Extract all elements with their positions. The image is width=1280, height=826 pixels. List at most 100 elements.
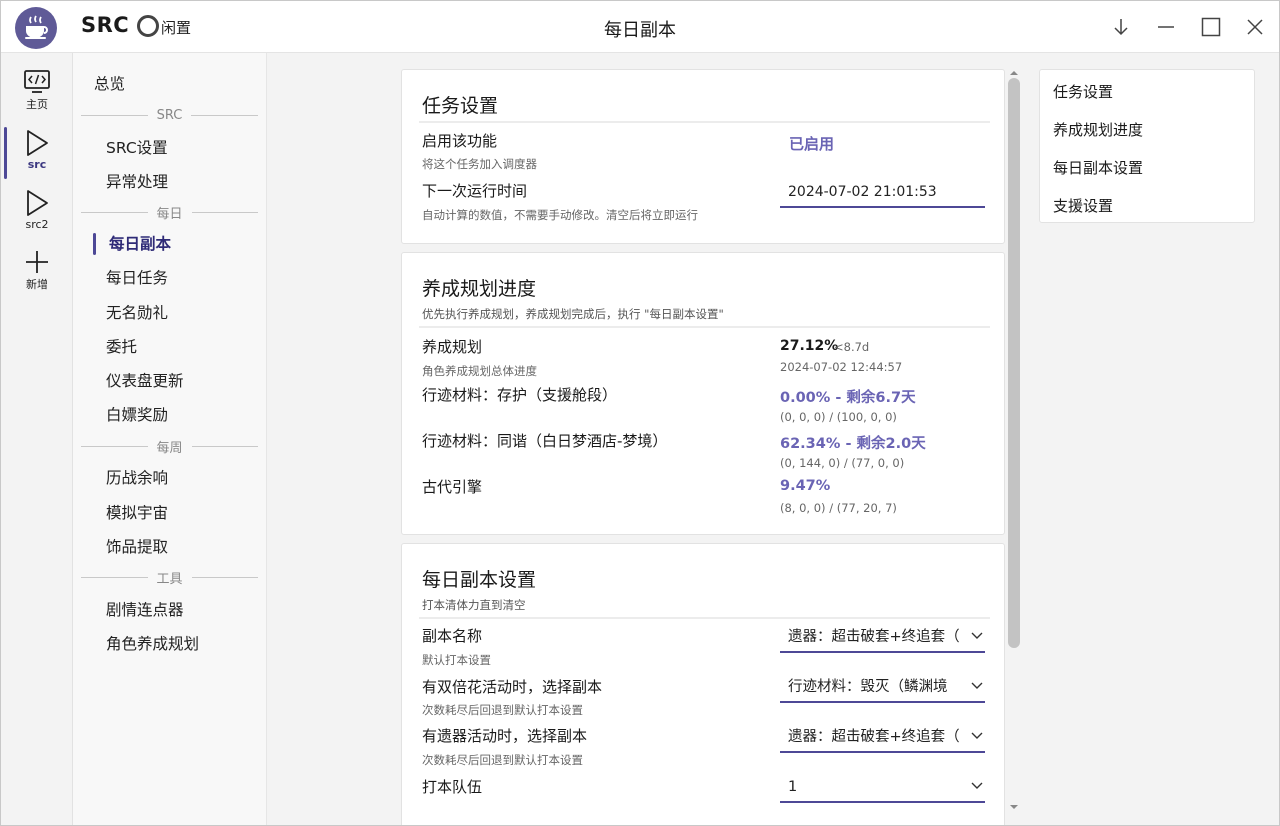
divider — [419, 121, 990, 123]
maximize-button[interactable] — [1193, 9, 1229, 45]
rail-label-src: src — [27, 158, 47, 171]
sidebar-item-src-settings[interactable]: SRC设置 — [73, 133, 267, 163]
task-settings-title: 任务设置 — [422, 95, 499, 117]
sidebar-section-tools: 工具 — [81, 567, 259, 587]
sidebar-section-weekly: 每周 — [81, 436, 259, 456]
sidebar-item-story-clicker[interactable]: 剧情连点器 — [73, 595, 267, 625]
rail-item-src[interactable]: src — [1, 129, 73, 185]
overall-plan-desc: 角色养成规划总体进度 — [422, 364, 537, 378]
chevron-down-icon — [971, 732, 983, 739]
sidebar-section-src: SRC — [81, 105, 258, 125]
progress-item-value: 9.47% — [780, 478, 831, 494]
progress-item-label: 行迹材料：同谐（白日梦酒店-梦境） — [422, 432, 668, 450]
dungeon-name-select[interactable]: 遗器：超击破套+终追套（ — [780, 621, 985, 653]
idle-status-icon — [137, 15, 159, 37]
sidebar-item-nameless-honor[interactable]: 无名勋礼 — [73, 298, 267, 328]
maximize-icon — [1201, 17, 1221, 37]
progress-item-label: 古代引擎 — [422, 478, 483, 496]
sidebar-item-assignments[interactable]: 委托 — [73, 332, 267, 362]
rail-item-add[interactable]: 新增 — [1, 249, 73, 305]
enable-toggle[interactable]: 已启用 — [789, 133, 834, 154]
select-value: 1 — [788, 779, 798, 795]
sidebar-section-daily: 每日 — [81, 202, 259, 222]
next-run-input[interactable]: 2024-07-02 21:01:53 — [780, 176, 985, 208]
app-name: SRC — [81, 13, 130, 37]
status-text: 闲置 — [161, 19, 192, 37]
sidebar-item-simulated-universe[interactable]: 模拟宇宙 — [73, 498, 267, 528]
sidebar: 总览 SRC SRC设置 异常处理 每日 每日副本 每日任务 无名勋礼 委托 仪… — [73, 53, 267, 825]
enable-desc: 将这个任务加入调度器 — [422, 157, 537, 171]
daily-dungeon-settings-subtitle: 打本清体力直到清空 — [422, 598, 526, 612]
sidebar-item-daily-tasks[interactable]: 每日任务 — [73, 263, 267, 293]
overall-plan-eta: <8.7d — [834, 340, 870, 354]
planning-progress-card: 养成规划进度 优先执行养成规划，养成规划完成后，执行 "每日副本设置" 养成规划… — [401, 252, 1005, 535]
double-drop-desc: 次数耗尽后回退到默认打本设置 — [422, 703, 583, 717]
sidebar-item-ornament-extraction[interactable]: 饰品提取 — [73, 532, 267, 562]
close-icon — [1247, 19, 1263, 35]
sidebar-item-echo-of-war[interactable]: 历战余响 — [73, 463, 267, 493]
progress-item-value: 0.00% - 剩余6.7天 — [780, 390, 916, 406]
rail-label-add: 新增 — [26, 278, 48, 291]
sidebar-item-dashboard-update[interactable]: 仪表盘更新 — [73, 366, 267, 396]
toc-item-support-settings[interactable]: 支援设置 — [1053, 195, 1113, 216]
window-title: 每日副本 — [604, 20, 676, 41]
daily-dungeon-settings-card: 每日副本设置 打本清体力直到清空 副本名称 默认打本设置 遗器：超击破套+终追套… — [401, 543, 1005, 825]
toc-item-planning-progress[interactable]: 养成规划进度 — [1053, 119, 1143, 140]
relic-event-select[interactable]: 遗器：超击破套+终追套（ — [780, 721, 985, 753]
dungeon-name-label: 副本名称 — [422, 627, 483, 645]
download-arrow-button[interactable] — [1103, 9, 1139, 45]
arrow-down-icon — [1114, 19, 1128, 36]
sidebar-item-error-handling[interactable]: 异常处理 — [73, 167, 267, 197]
plus-icon — [26, 251, 48, 273]
sidebar-item-overview[interactable]: 总览 — [73, 69, 267, 99]
scroll-up-icon[interactable] — [1007, 69, 1021, 77]
relic-event-label: 有遗器活动时，选择副本 — [422, 727, 588, 745]
nav-rail: 主页 src src2 新增 — [1, 53, 73, 825]
chevron-down-icon — [971, 782, 983, 789]
progress-item-label: 行迹材料：存护（支援舱段） — [422, 386, 618, 404]
toc-item-daily-dungeon-settings[interactable]: 每日副本设置 — [1053, 157, 1143, 178]
planning-progress-subtitle: 优先执行养成规划，养成规划完成后，执行 "每日副本设置" — [422, 307, 724, 321]
rail-item-home[interactable]: 主页 — [1, 69, 73, 125]
team-select[interactable]: 1 — [780, 771, 985, 803]
toc-item-task-settings[interactable]: 任务设置 — [1053, 81, 1113, 102]
select-value: 行迹材料：毁灭（鳞渊境 — [788, 679, 948, 695]
sidebar-item-daily-dungeon[interactable]: 每日副本 — [73, 229, 267, 259]
select-value: 遗器：超击破套+终追套（ — [788, 629, 960, 645]
minimize-icon — [1158, 26, 1174, 28]
progress-item-value: 62.34% - 剩余2.0天 — [780, 436, 926, 452]
rail-item-src2[interactable]: src2 — [1, 189, 73, 245]
table-of-contents: 任务设置 养成规划进度 每日副本设置 支援设置 — [1039, 69, 1255, 223]
progress-item-detail: (0, 0, 0) / (100, 0, 0) — [780, 410, 897, 424]
divider — [419, 326, 990, 328]
play-icon — [27, 130, 48, 156]
chevron-down-icon — [971, 632, 983, 639]
relic-event-desc: 次数耗尽后回退到默认打本设置 — [422, 753, 583, 767]
chevron-down-icon — [971, 682, 983, 689]
next-run-label: 下一次运行时间 — [422, 182, 528, 200]
code-screen-icon — [24, 70, 50, 93]
sidebar-item-character-planner[interactable]: 角色养成规划 — [73, 629, 267, 659]
overall-plan-time: 2024-07-02 12:44:57 — [780, 360, 903, 374]
progress-item-detail: (0, 144, 0) / (77, 0, 0) — [780, 456, 905, 470]
app-logo — [15, 7, 57, 49]
rail-label-home: 主页 — [26, 98, 48, 111]
divider — [419, 617, 990, 619]
double-drop-select[interactable]: 行迹材料：毁灭（鳞渊境 — [780, 671, 985, 703]
planning-progress-title: 养成规划进度 — [422, 278, 537, 300]
close-button[interactable] — [1237, 9, 1273, 45]
overall-plan-label: 养成规划 — [422, 338, 483, 356]
scroll-down-icon[interactable] — [1007, 803, 1021, 811]
minimize-button[interactable] — [1148, 9, 1184, 45]
team-label: 打本队伍 — [422, 778, 483, 796]
title-bar: SRC 闲置 每日副本 — [1, 1, 1279, 53]
daily-dungeon-settings-title: 每日副本设置 — [422, 569, 537, 591]
sidebar-item-free-rewards[interactable]: 白嫖奖励 — [73, 400, 267, 430]
play-icon — [27, 190, 48, 216]
overall-plan-value: 27.12% — [780, 338, 839, 354]
scrollbar-thumb[interactable] — [1008, 78, 1020, 648]
progress-item-detail: (8, 0, 0) / (77, 20, 7) — [780, 501, 897, 515]
select-value: 遗器：超击破套+终追套（ — [788, 729, 960, 745]
next-run-desc: 自动计算的数值，不需要手动修改。清空后将立即运行 — [422, 208, 698, 222]
double-drop-label: 有双倍花活动时，选择副本 — [422, 678, 603, 696]
